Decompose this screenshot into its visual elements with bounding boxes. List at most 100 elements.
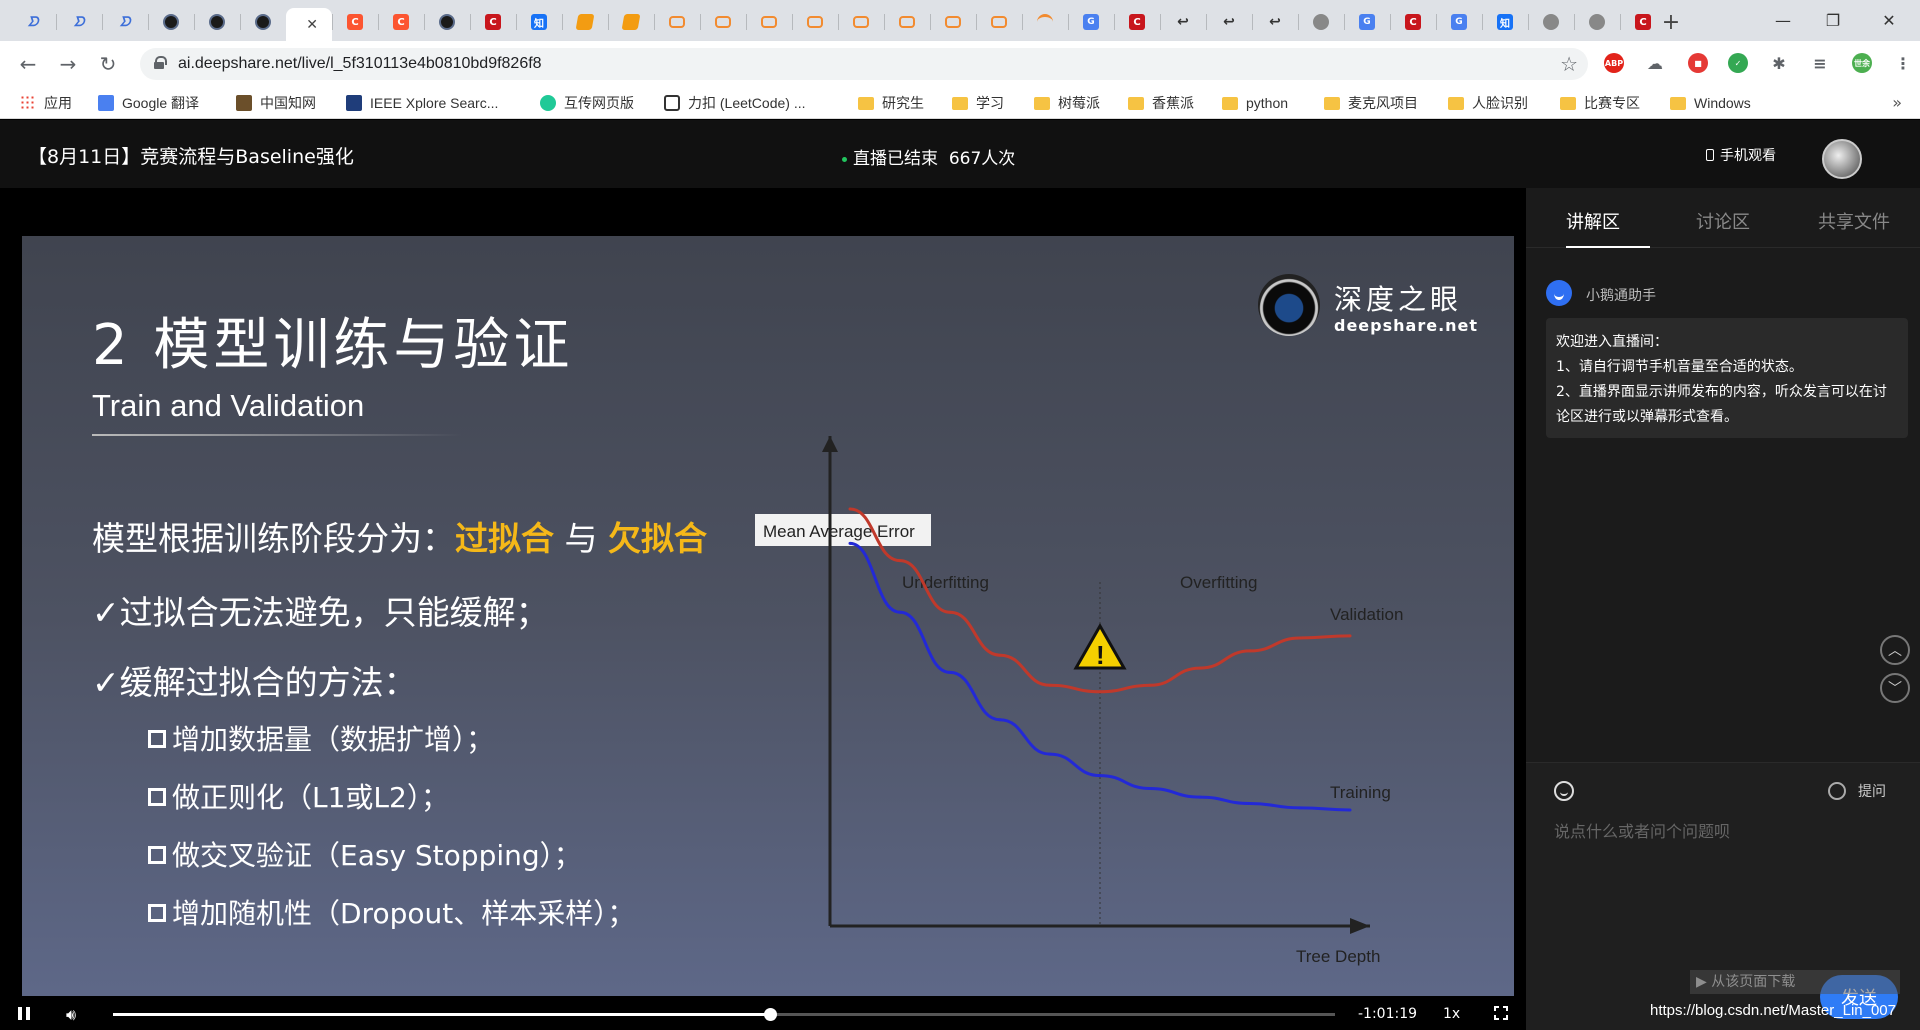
browser-tab[interactable]: G xyxy=(1068,8,1114,36)
browser-tab[interactable] xyxy=(1022,8,1068,36)
browser-tab[interactable] xyxy=(148,8,194,36)
bookmarks-overflow-icon[interactable]: » xyxy=(1892,93,1902,112)
tab-shared-files[interactable]: 共享文件 xyxy=(1818,208,1890,234)
bookmark-translate[interactable]: Google 翻译 xyxy=(98,94,199,112)
browser-tab[interactable] xyxy=(792,8,838,36)
assistant-avatar-icon xyxy=(1546,280,1572,306)
maximize-button[interactable]: ❐ xyxy=(1810,0,1856,41)
back-arrow-icon[interactable]: ← xyxy=(14,50,42,78)
mobile-watch-button[interactable]: 手机观看 xyxy=(1706,145,1776,165)
tab-close-icon[interactable]: ✕ xyxy=(306,17,318,33)
browser-tab[interactable]: G xyxy=(1436,8,1482,36)
browser-tab[interactable] xyxy=(240,8,286,36)
bookmark-folder[interactable]: 麦克风项目 xyxy=(1324,94,1418,112)
new-tab-button[interactable]: + xyxy=(1657,8,1685,36)
browser-tab[interactable]: C xyxy=(332,8,378,36)
bookmark-leetcode[interactable]: 力扣 (LeetCode) ... xyxy=(664,94,806,112)
browser-tab[interactable]: ᗤ xyxy=(10,8,56,36)
red-ext-icon[interactable]: ■ xyxy=(1688,53,1708,73)
bookmark-folder[interactable]: 人脸识别 xyxy=(1448,94,1528,112)
pause-icon[interactable] xyxy=(18,1007,30,1020)
progress-handle[interactable] xyxy=(764,1008,778,1021)
browser-tab[interactable]: C xyxy=(470,8,516,36)
leetcode-icon: ↩ xyxy=(1223,14,1235,30)
browser-tab[interactable] xyxy=(746,8,792,36)
browser-tab[interactable]: G xyxy=(1344,8,1390,36)
browser-tab[interactable]: ᗤ xyxy=(56,8,102,36)
bookmark-transfer[interactable]: 互传网页版 xyxy=(540,94,634,112)
browser-tab[interactable] xyxy=(424,8,470,36)
data-point-training xyxy=(1048,752,1052,756)
browser-tab[interactable]: ↩ xyxy=(1206,8,1252,36)
fullscreen-icon[interactable] xyxy=(1494,1006,1508,1020)
browser-tab[interactable] xyxy=(838,8,884,36)
abp-icon[interactable]: ABP xyxy=(1604,53,1624,73)
browser-tab[interactable]: C xyxy=(1114,8,1160,36)
scroll-down-button[interactable]: ﹀ xyxy=(1880,673,1910,703)
browser-tab[interactable] xyxy=(930,8,976,36)
browser-tab[interactable] xyxy=(976,8,1022,36)
browser-tab[interactable] xyxy=(608,8,654,36)
browser-tab[interactable]: 知 xyxy=(1482,8,1528,36)
menu-icon[interactable]: ⋮ xyxy=(1893,53,1913,73)
browser-tab[interactable]: C xyxy=(378,8,424,36)
bookmark-apps[interactable]: 应用 xyxy=(20,94,72,112)
user-avatar[interactable] xyxy=(1822,139,1862,179)
playback-speed-button[interactable]: 1x xyxy=(1443,1006,1460,1022)
bookmark-folder[interactable]: 香蕉派 xyxy=(1128,94,1194,112)
zhihu-icon: 知 xyxy=(1497,14,1513,30)
tab-lecture[interactable]: 讲解区 xyxy=(1566,208,1620,234)
url-text[interactable]: ai.deepshare.net/live/l_5f310113e4b0810b… xyxy=(178,55,542,73)
volume-icon[interactable]: 🔊︎ xyxy=(66,1005,76,1025)
address-bar[interactable]: ai.deepshare.net/live/l_5f310113e4b0810b… xyxy=(140,48,1588,80)
browser-tab[interactable] xyxy=(884,8,930,36)
data-point-validation xyxy=(848,507,852,511)
shield-icon[interactable]: ✓ xyxy=(1728,53,1748,73)
browser-tab[interactable]: ↩ xyxy=(1252,8,1298,36)
close-window-button[interactable]: ✕ xyxy=(1866,0,1912,41)
download-banner[interactable]: ▶ 从该页面下载 xyxy=(1690,970,1900,994)
reload-icon[interactable]: ↻ xyxy=(94,50,122,78)
tab-discussion[interactable]: 讨论区 xyxy=(1696,208,1750,234)
video-player[interactable]: 2 模型训练与验证 Train and Validation 深度之眼 deep… xyxy=(0,188,1526,1030)
bookmark-folder[interactable]: Windows xyxy=(1670,94,1751,112)
minimize-button[interactable]: — xyxy=(1760,0,1806,41)
browser-tab[interactable] xyxy=(1574,8,1620,36)
bookmark-folder[interactable]: 树莓派 xyxy=(1034,94,1100,112)
live-status: 直播已结束 667人次 xyxy=(842,144,1015,169)
cloud-icon[interactable]: ☁ xyxy=(1645,53,1665,73)
slide-frame: 2 模型训练与验证 Train and Validation 深度之眼 deep… xyxy=(22,236,1514,996)
bookmark-ieee[interactable]: IEEE Xplore Searc... xyxy=(346,94,498,112)
live-title: 【8月11日】竞赛流程与Baseline强化 xyxy=(28,146,354,168)
browser-tab[interactable] xyxy=(654,8,700,36)
bookmark-folder[interactable]: python xyxy=(1222,94,1288,112)
scroll-up-button[interactable]: ︿ xyxy=(1880,635,1910,665)
bookmark-star-icon[interactable]: ☆ xyxy=(1560,52,1578,76)
browser-tab[interactable]: ↩ xyxy=(1160,8,1206,36)
browser-tab[interactable]: ᗤ xyxy=(102,8,148,36)
bookmark-folder[interactable]: 比赛专区 xyxy=(1560,94,1640,112)
puzzle-icon[interactable]: ✱ xyxy=(1769,53,1789,73)
queue-icon[interactable]: ≡ xyxy=(1810,53,1830,73)
message-input[interactable] xyxy=(1554,819,1894,843)
browser-tab[interactable]: 知 xyxy=(516,8,562,36)
bookmark-folder[interactable]: 研究生 xyxy=(858,94,924,112)
ask-question-label[interactable]: 提问 xyxy=(1858,781,1886,801)
browser-tab[interactable] xyxy=(1298,8,1344,36)
browser-tab[interactable] xyxy=(1528,8,1574,36)
cnki-icon xyxy=(236,95,252,111)
message-sender: 小鹅通助手 xyxy=(1586,288,1656,304)
c-icon: C xyxy=(1129,14,1145,30)
browser-tab-active[interactable]: ✕ xyxy=(286,8,332,41)
ask-question-radio[interactable] xyxy=(1828,782,1846,800)
profile-icon[interactable]: 世余 xyxy=(1852,53,1872,73)
bookmark-folder[interactable]: 学习 xyxy=(952,94,1004,112)
browser-tab[interactable]: C xyxy=(1390,8,1436,36)
bookmark-cnki[interactable]: 中国知网 xyxy=(236,94,316,112)
emoji-icon[interactable] xyxy=(1554,781,1574,801)
browser-tab[interactable] xyxy=(700,8,746,36)
browser-tab[interactable] xyxy=(562,8,608,36)
lock-icon[interactable] xyxy=(154,56,167,69)
forward-arrow-icon[interactable]: → xyxy=(54,50,82,78)
browser-tab[interactable] xyxy=(194,8,240,36)
